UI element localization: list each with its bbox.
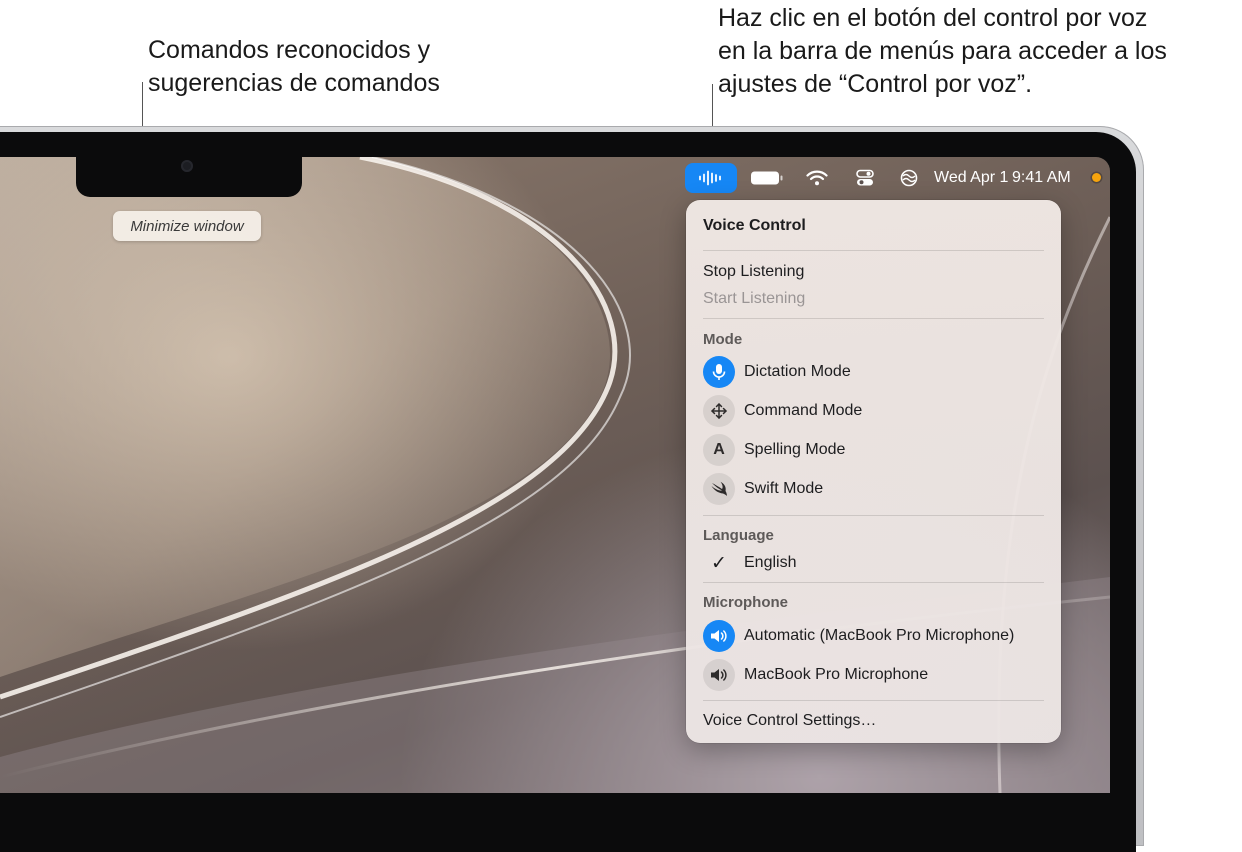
letter-a-icon: A (703, 434, 735, 466)
menu-divider (703, 318, 1044, 319)
voice-control-menu: Voice Control Stop Listening Start Liste… (686, 200, 1061, 743)
menu-item-label: Spelling Mode (744, 441, 846, 458)
swift-icon (703, 473, 735, 505)
control-center-icon[interactable] (850, 162, 880, 194)
microphone-icon (703, 356, 735, 388)
callout-recognized-commands: Comandos reconocidos y sugerencias de co… (148, 36, 440, 97)
battery-icon[interactable] (748, 162, 786, 194)
menu-item-microphone-macbook-pro[interactable]: MacBook Pro Microphone (703, 659, 1044, 691)
checkmark-icon: ✓ (711, 552, 727, 574)
menu-item-stop-listening[interactable]: Stop Listening (703, 263, 804, 281)
menu-item-label: Dictation Mode (744, 363, 851, 380)
camera-icon (181, 160, 193, 172)
voice-control-icon (699, 170, 721, 186)
speaker-icon (703, 620, 735, 652)
menu-item-swift-mode[interactable]: Swift Mode (703, 473, 1044, 505)
menu-item-label: MacBook Pro Microphone (744, 666, 929, 683)
microphone-in-use-indicator (1092, 173, 1101, 182)
menu-item-label: Command Mode (744, 402, 863, 419)
menu-item-start-listening[interactable]: Start Listening (703, 290, 805, 308)
menubar-date[interactable]: Wed Apr 1 (934, 162, 1008, 194)
menu-item-label: Automatic (MacBook Pro Microphone) (744, 627, 1015, 644)
menu-item-label: Swift Mode (744, 480, 824, 497)
section-heading-microphone: Microphone (703, 594, 788, 611)
section-heading-language: Language (703, 527, 774, 544)
menu-divider (703, 582, 1044, 583)
menu-item-dictation-mode[interactable]: Dictation Mode (703, 356, 1044, 388)
callout-voice-control-button: Haz clic en el botón del control por voz… (718, 4, 1167, 98)
recognized-command-bubble: Minimize window (113, 211, 261, 241)
voice-control-status-icon[interactable] (894, 162, 924, 194)
section-heading-mode: Mode (703, 331, 743, 348)
menu-item-microphone-automatic[interactable]: Automatic (MacBook Pro Microphone) (703, 620, 1044, 652)
menu-divider (703, 250, 1044, 251)
menu-divider (703, 700, 1044, 701)
menu-item-label: English (744, 554, 797, 571)
menu-item-command-mode[interactable]: Command Mode (703, 395, 1044, 427)
menu-bar: Wed Apr 1 9:41 AM (680, 162, 1110, 194)
menu-item-language-english[interactable]: ✓ English (703, 547, 1044, 579)
menu-divider (703, 515, 1044, 516)
wifi-icon[interactable] (800, 162, 834, 194)
move-arrows-icon (703, 395, 735, 427)
menubar-time[interactable]: 9:41 AM (1012, 162, 1071, 194)
menu-item-spelling-mode[interactable]: A Spelling Mode (703, 434, 1044, 466)
voice-control-menu-button[interactable] (685, 163, 737, 193)
menu-item-voice-control-settings[interactable]: Voice Control Settings… (703, 712, 876, 730)
speaker-icon (703, 659, 735, 691)
menu-title: Voice Control (703, 217, 806, 234)
